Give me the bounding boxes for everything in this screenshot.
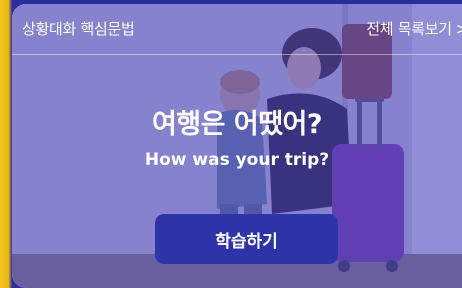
section-title: 상황대화 핵심문법 [22, 20, 135, 38]
phrase-korean: 여행은 어땠어? [151, 109, 323, 140]
header-divider [12, 54, 462, 55]
lesson-card[interactable]: 상황대화 핵심문법 전체 목록보기 > 여행은 어땠어? How was you… [12, 4, 462, 288]
left-accent-bar [0, 0, 12, 288]
card-header: 상황대화 핵심문법 전체 목록보기 > [12, 4, 462, 54]
view-all-label: 전체 목록보기 [366, 20, 452, 38]
view-all-link[interactable]: 전체 목록보기 > [366, 18, 462, 39]
phrase-english: How was your trip? [144, 150, 330, 170]
study-button[interactable]: 학습하기 [155, 214, 338, 264]
chevron-right-icon: > [456, 20, 462, 38]
